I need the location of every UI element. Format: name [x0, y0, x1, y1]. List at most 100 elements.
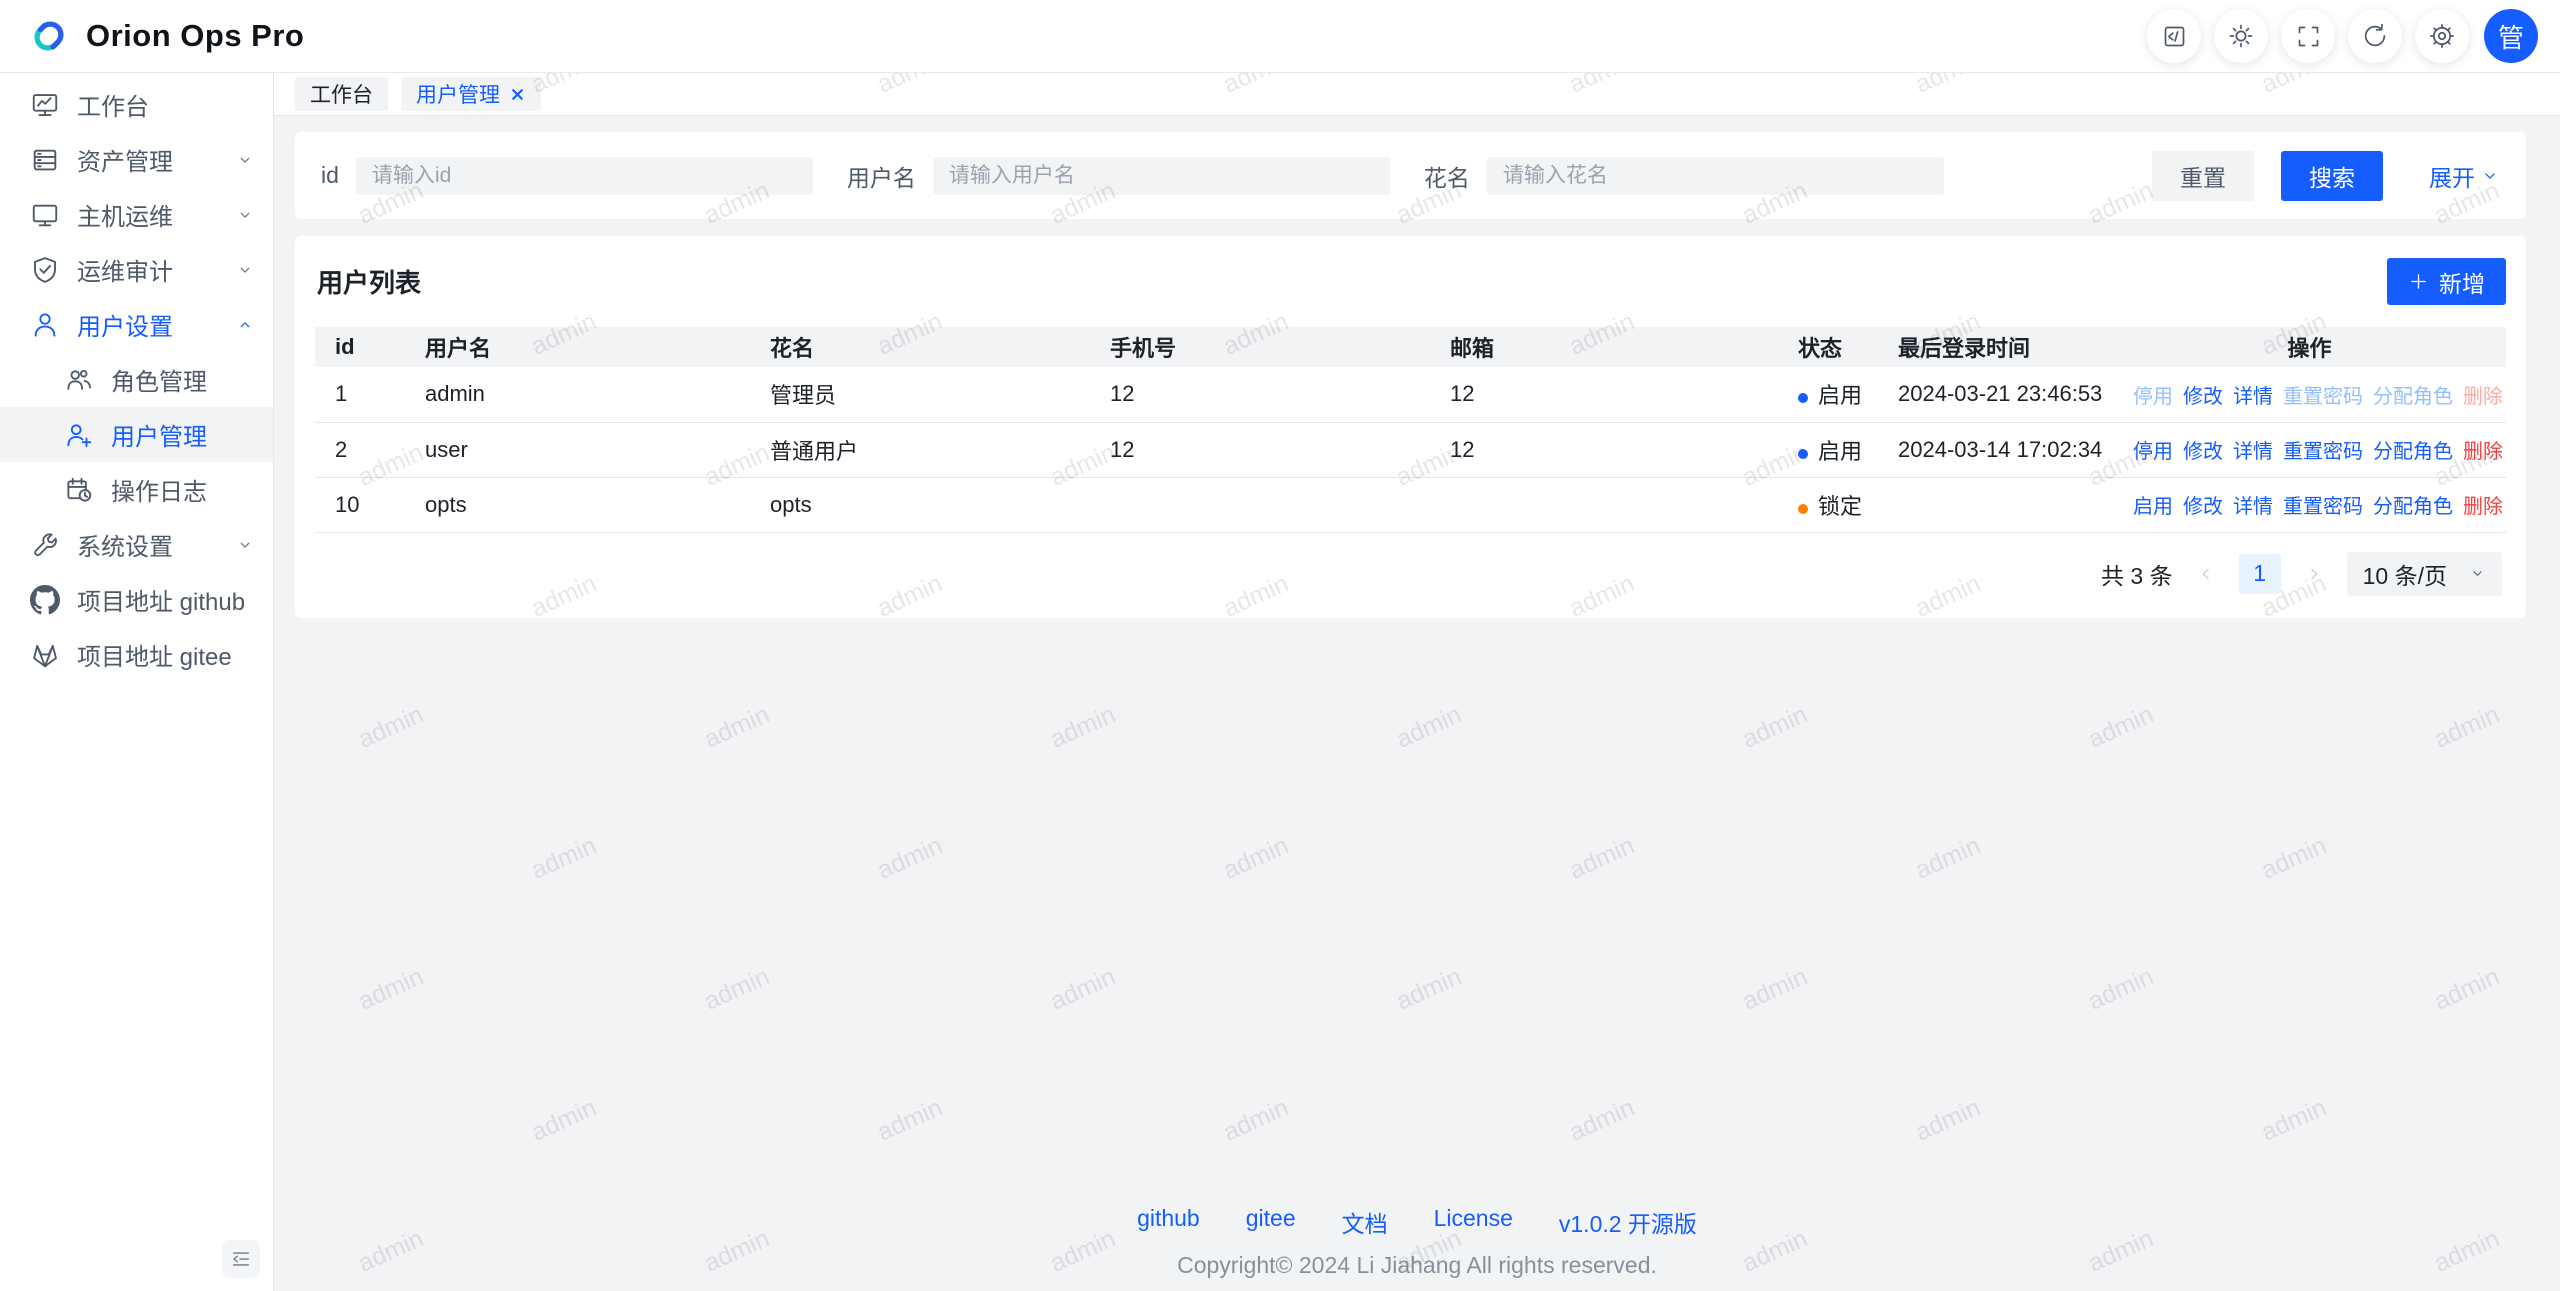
page-number-1[interactable]: 1: [2239, 554, 2281, 594]
settings-gear-icon: [2428, 22, 2456, 50]
page-size-select[interactable]: 10 条/页: [2347, 552, 2502, 596]
action-link[interactable]: 重置密码: [2283, 380, 2363, 409]
chevron-right-icon: [2304, 564, 2324, 584]
cell-id: 10: [315, 477, 405, 532]
logo-icon: [26, 13, 72, 59]
watermark-text: admin: [527, 1093, 601, 1147]
next-page-button[interactable]: [2298, 554, 2330, 594]
sidebar-item-label: 主机运维: [77, 197, 173, 232]
user-avatar[interactable]: 管: [2484, 9, 2538, 63]
main-area: 工作台 用户管理 id 用户名 花名: [274, 73, 2560, 1291]
tab-bar: 工作台 用户管理: [274, 73, 2560, 116]
action-link[interactable]: 分配角色: [2373, 380, 2453, 409]
sidebar-item-label: 用户管理: [111, 417, 207, 452]
action-link[interactable]: 分配角色: [2373, 490, 2453, 519]
cell-id: 1: [315, 367, 405, 422]
status-dot-icon: [1798, 393, 1808, 403]
panel-title: 用户列表: [317, 263, 421, 300]
col-phone: 手机号: [1090, 327, 1430, 367]
expand-link[interactable]: 展开: [2429, 159, 2500, 193]
nickname-input[interactable]: [1487, 157, 1944, 195]
action-link[interactable]: 修改: [2183, 490, 2223, 519]
cell-status: 锁定: [1778, 477, 1878, 532]
cell-email: 12: [1430, 367, 1778, 422]
chevron-down-icon: [2469, 565, 2486, 582]
action-link[interactable]: 详情: [2233, 490, 2273, 519]
cell-actions: 停用修改详情重置密码分配角色删除: [2113, 422, 2506, 477]
sidebar-item-assets[interactable]: 资产管理: [0, 132, 273, 187]
sidebar-item-label: 项目地址 gitee: [77, 637, 232, 672]
watermark-text: admin: [1911, 1093, 1985, 1147]
theme-button[interactable]: [2214, 9, 2268, 63]
tab-user-management[interactable]: 用户管理: [401, 77, 541, 111]
footer-link-gitee[interactable]: gitee: [1246, 1205, 1296, 1239]
sidebar-collapse-button[interactable]: [222, 1240, 260, 1278]
action-link[interactable]: 重置密码: [2283, 490, 2363, 519]
action-link[interactable]: 停用: [2133, 380, 2173, 409]
watermark-text: admin: [1046, 700, 1120, 754]
sidebar-item-user-settings[interactable]: 用户设置: [0, 297, 273, 352]
footer-links: github gitee 文档 License v1.0.2 开源版: [274, 1205, 2560, 1239]
action-link[interactable]: 详情: [2233, 435, 2273, 464]
action-link[interactable]: 详情: [2233, 380, 2273, 409]
col-status: 状态: [1778, 327, 1878, 367]
status-label: 锁定: [1818, 494, 1862, 519]
sidebar-item-label: 运维审计: [77, 252, 173, 287]
action-link[interactable]: 分配角色: [2373, 435, 2453, 464]
footer-link-license[interactable]: License: [1434, 1205, 1513, 1239]
add-user-button[interactable]: 新增: [2387, 258, 2506, 305]
expand-label: 展开: [2429, 159, 2475, 193]
page-size-label: 10 条/页: [2363, 557, 2447, 591]
gitee-icon: [30, 640, 60, 670]
code-button[interactable]: [2147, 9, 2201, 63]
footer: github gitee 文档 License v1.0.2 开源版 Copyr…: [274, 1205, 2560, 1279]
sidebar-item-audit[interactable]: 运维审计: [0, 242, 273, 297]
action-link[interactable]: 停用: [2133, 435, 2173, 464]
action-link[interactable]: 修改: [2183, 380, 2223, 409]
watermark-text: admin: [2257, 831, 2331, 885]
table-row: 2user普通用户1212启用2024-03-14 17:02:34停用修改详情…: [315, 422, 2506, 477]
sidebar-item-host-ops[interactable]: 主机运维: [0, 187, 273, 242]
reset-button[interactable]: 重置: [2152, 151, 2254, 201]
tab-workbench[interactable]: 工作台: [295, 77, 388, 111]
table-row: 1admin管理员1212启用2024-03-21 23:46:53停用修改详情…: [315, 367, 2506, 422]
header-actions: 管: [2134, 9, 2538, 63]
cell-username: user: [405, 422, 750, 477]
action-link[interactable]: 修改: [2183, 435, 2223, 464]
action-link[interactable]: 删除: [2463, 490, 2503, 519]
footer-link-github[interactable]: github: [1137, 1205, 1200, 1239]
status-dot-icon: [1798, 449, 1808, 459]
sidebar-item-user-management[interactable]: 用户管理: [0, 407, 273, 462]
sidebar-item-system-settings[interactable]: 系统设置: [0, 517, 273, 572]
system-wrench-icon: [30, 530, 60, 560]
sidebar: 工作台 资产管理 主机运维 运维审计 用户设置: [0, 73, 274, 1291]
sidebar-item-operation-log[interactable]: 操作日志: [0, 462, 273, 517]
action-link[interactable]: 删除: [2463, 380, 2503, 409]
cell-username: admin: [405, 367, 750, 422]
sidebar-item-github[interactable]: 项目地址 github: [0, 572, 273, 627]
plus-icon: [2408, 271, 2429, 292]
sidebar-item-gitee[interactable]: 项目地址 gitee: [0, 627, 273, 682]
watermark-text: admin: [1738, 700, 1812, 754]
footer-link-docs[interactable]: 文档: [1342, 1205, 1388, 1239]
search-button[interactable]: 搜索: [2281, 151, 2383, 201]
footer-link-version[interactable]: v1.0.2 开源版: [1559, 1205, 1697, 1239]
sidebar-item-workbench[interactable]: 工作台: [0, 77, 273, 132]
settings-button[interactable]: [2415, 9, 2469, 63]
username-input[interactable]: [933, 157, 1390, 195]
action-link[interactable]: 启用: [2133, 490, 2173, 519]
prev-page-button[interactable]: [2190, 554, 2222, 594]
watermark-text: admin: [1911, 831, 1985, 885]
action-link[interactable]: 重置密码: [2283, 435, 2363, 464]
copyright: Copyright© 2024 Li Jiahang All rights re…: [274, 1252, 2560, 1279]
cell-last-login: 2024-03-14 17:02:34: [1878, 422, 2113, 477]
username-label: 用户名: [847, 159, 916, 193]
close-tab-icon[interactable]: [509, 86, 526, 103]
fullscreen-button[interactable]: [2281, 9, 2335, 63]
action-link[interactable]: 删除: [2463, 435, 2503, 464]
id-input[interactable]: [356, 157, 813, 195]
watermark-text: admin: [700, 962, 774, 1016]
refresh-button[interactable]: [2348, 9, 2402, 63]
sidebar-item-role-management[interactable]: 角色管理: [0, 352, 273, 407]
watermark-text: admin: [873, 831, 947, 885]
